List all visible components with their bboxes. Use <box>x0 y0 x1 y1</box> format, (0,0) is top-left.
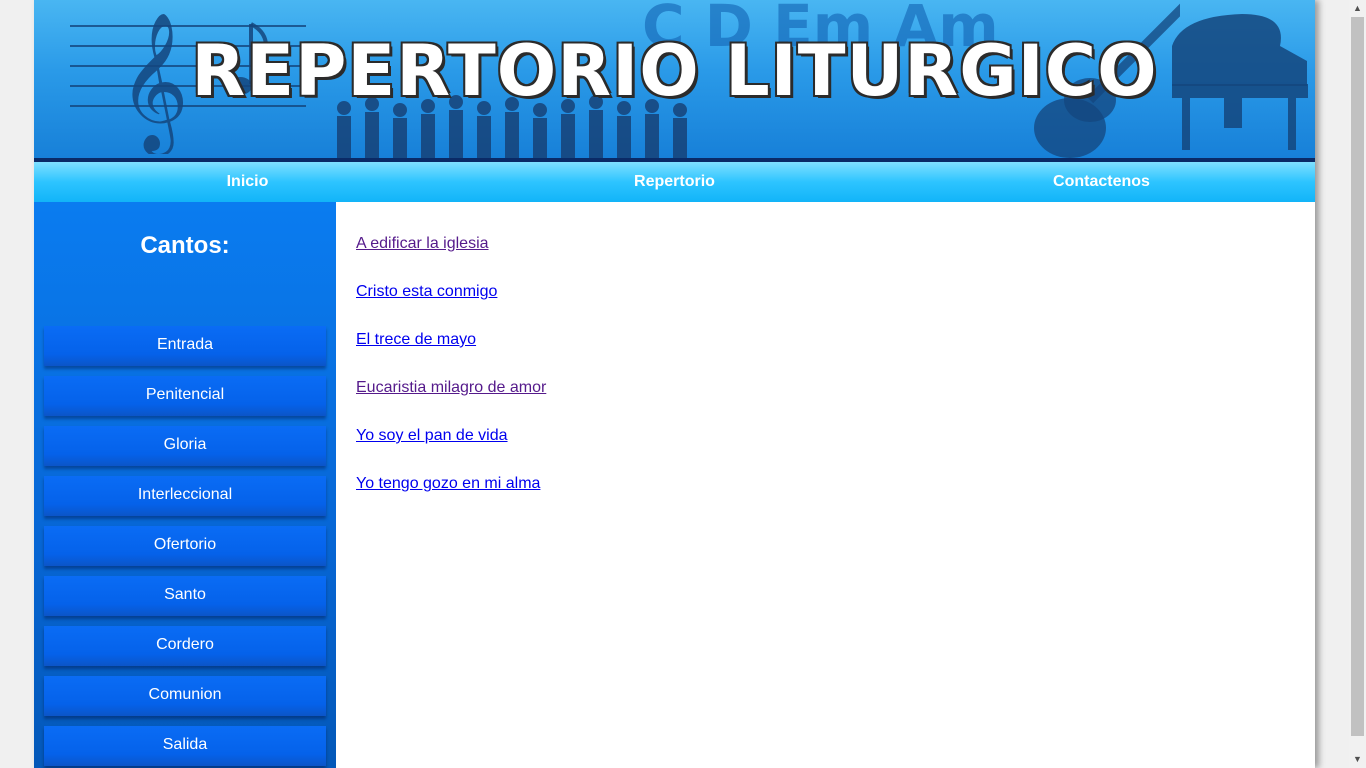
category-salida[interactable]: Salida <box>44 726 326 766</box>
category-penitencial[interactable]: Penitencial <box>44 376 326 416</box>
category-cordero[interactable]: Cordero <box>44 626 326 666</box>
nav-repertorio[interactable]: Repertorio <box>461 162 888 202</box>
categories-sidebar: Cantos: Entrada Penitencial Gloria Inter… <box>34 202 336 768</box>
list-item: Yo tengo gozo en mi alma <box>356 475 1315 523</box>
scroll-down-arrow-icon[interactable]: ▼ <box>1349 751 1366 768</box>
song-link[interactable]: El trece de mayo <box>356 331 476 348</box>
nav-inicio[interactable]: Inicio <box>34 162 461 202</box>
page-container: 𝄞 C D Em Am REPERTORIO LITURGICO Inicio … <box>34 0 1315 768</box>
category-comunion[interactable]: Comunion <box>44 676 326 716</box>
list-item: Eucaristia milagro de amor <box>356 379 1315 427</box>
song-link[interactable]: A edificar la iglesia <box>356 235 489 252</box>
category-gloria[interactable]: Gloria <box>44 426 326 466</box>
scroll-up-arrow-icon[interactable]: ▲ <box>1349 0 1366 17</box>
sidebar-heading: Cantos: <box>140 232 230 259</box>
list-item: Yo soy el pan de vida <box>356 427 1315 475</box>
list-item: El trece de mayo <box>356 331 1315 379</box>
vertical-scrollbar[interactable]: ▲ ▼ <box>1349 0 1366 768</box>
song-link[interactable]: Cristo esta conmigo <box>356 283 497 300</box>
song-list: A edificar la iglesia Cristo esta conmig… <box>356 202 1315 523</box>
song-link[interactable]: Yo soy el pan de vida <box>356 427 508 444</box>
list-item: A edificar la iglesia <box>356 235 1315 283</box>
category-interleccional[interactable]: Interleccional <box>44 476 326 516</box>
scrollbar-thumb[interactable] <box>1351 17 1364 736</box>
category-entrada[interactable]: Entrada <box>44 326 326 366</box>
main-nav: Inicio Repertorio Contactenos <box>34 162 1315 202</box>
category-list: Entrada Penitencial Gloria Interlecciona… <box>44 326 326 768</box>
site-title: REPERTORIO LITURGICO <box>191 30 1158 112</box>
song-link[interactable]: Yo tengo gozo en mi alma <box>356 475 540 492</box>
category-ofertorio[interactable]: Ofertorio <box>44 526 326 566</box>
site-banner: 𝄞 C D Em Am REPERTORIO LITURGICO <box>34 0 1315 162</box>
category-santo[interactable]: Santo <box>44 576 326 616</box>
list-item: Cristo esta conmigo <box>356 283 1315 331</box>
nav-contactenos[interactable]: Contactenos <box>888 162 1315 202</box>
song-link[interactable]: Eucaristia milagro de amor <box>356 379 546 396</box>
song-content: A edificar la iglesia Cristo esta conmig… <box>356 202 1315 523</box>
